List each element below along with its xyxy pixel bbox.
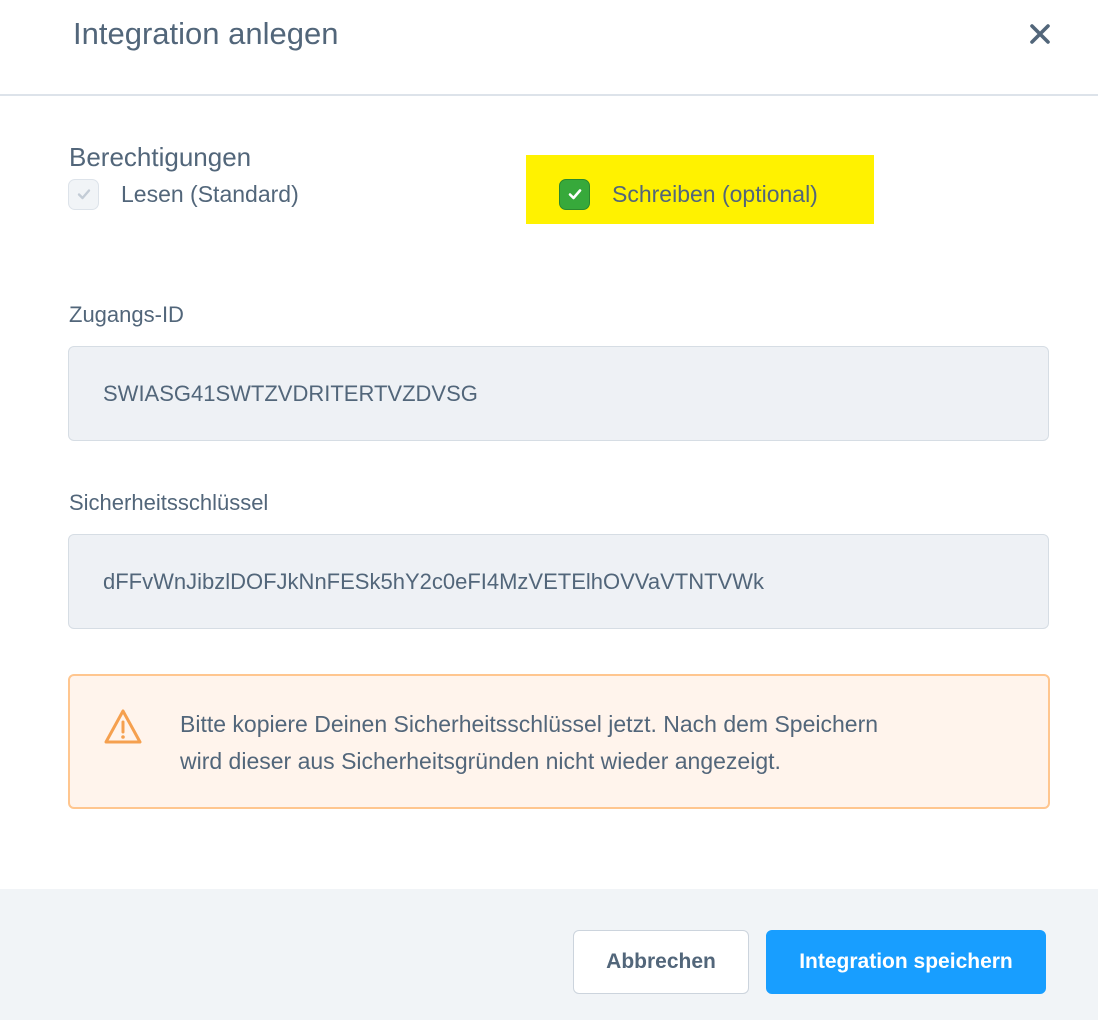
modal-title: Integration anlegen <box>73 16 339 51</box>
read-permission-checkbox[interactable]: Lesen (Standard) <box>68 178 299 210</box>
warning-text: Bitte kopiere Deinen Sicherheitsschlüsse… <box>180 706 1020 780</box>
write-permission-label: Schreiben (optional) <box>612 181 818 207</box>
write-checkbox-box[interactable] <box>559 178 590 210</box>
warning-text-line1: Bitte kopiere Deinen Sicherheitsschlüsse… <box>180 711 879 737</box>
access-id-label: Zugangs-ID <box>69 302 184 327</box>
secret-key-label: Sicherheitsschlüssel <box>69 490 269 515</box>
save-integration-button[interactable]: Integration speichern <box>766 930 1046 994</box>
checkmark-icon <box>77 189 90 200</box>
cancel-button[interactable]: Abbrechen <box>573 930 749 994</box>
modal-footer: Abbrechen Integration speichern <box>0 889 1098 1020</box>
warning-icon <box>104 709 142 744</box>
warning-alert: Bitte kopiere Deinen Sicherheitsschlüsse… <box>68 674 1050 809</box>
integration-modal: Integration anlegen Berechtigungen Lesen… <box>0 0 1098 1020</box>
write-permission-checkbox[interactable]: Schreiben (optional) <box>559 178 818 210</box>
modal-header: Integration anlegen <box>0 0 1098 96</box>
access-id-field[interactable] <box>68 346 1049 441</box>
read-checkbox-box[interactable] <box>68 178 99 210</box>
permissions-heading: Berechtigungen <box>69 142 252 172</box>
checkmark-icon <box>568 189 581 200</box>
close-button[interactable] <box>1020 14 1060 54</box>
secret-key-field[interactable] <box>68 534 1049 629</box>
close-icon <box>1030 24 1050 44</box>
warning-text-line2: wird dieser aus Sicherheitsgründen nicht… <box>180 748 781 774</box>
read-permission-label: Lesen (Standard) <box>121 181 299 207</box>
